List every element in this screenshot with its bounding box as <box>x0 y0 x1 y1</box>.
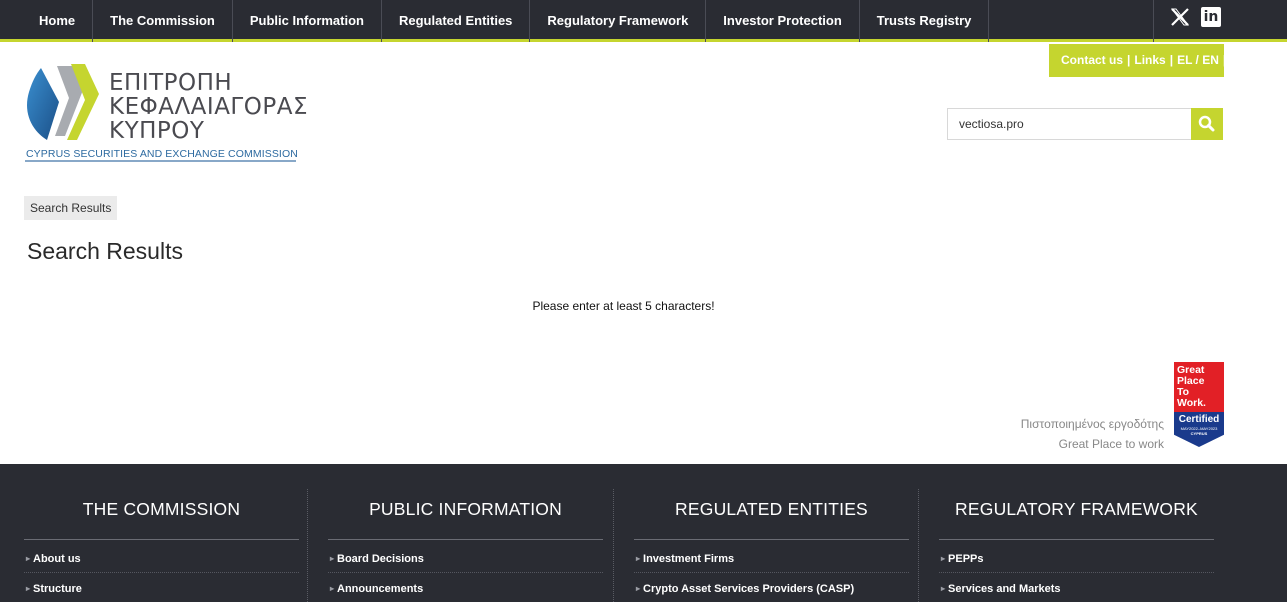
links-link[interactable]: Links <box>1134 53 1165 67</box>
footer-column-regulatory-framework: REGULATORY FRAMEWORK ▸ PEPPs ▸ Services an… <box>939 464 1214 602</box>
divider <box>634 572 909 573</box>
footer-link-casp[interactable]: ▸ Crypto Asset Services Providers (CASP) <box>636 583 854 595</box>
nav-item-regulatory-framework[interactable]: Regulatory Framework <box>530 0 707 42</box>
nav-item-public-information[interactable]: Public Information <box>233 0 382 42</box>
great-place-to-work-text: Great Place to work <box>1058 437 1164 451</box>
badge-certified: Certified MAY2022–MAY2023 CYPRUS <box>1174 412 1224 447</box>
column-divider <box>613 489 614 602</box>
search-box <box>947 108 1223 140</box>
nav-item-trusts-registry[interactable]: Trusts Registry <box>860 0 990 42</box>
search-icon <box>1198 115 1215 132</box>
language-switch[interactable]: EL / EN <box>1177 53 1219 67</box>
logo-english-name: CYPRUS SECURITIES AND EXCHANGE COMMISSIO… <box>26 148 298 160</box>
divider <box>328 539 603 540</box>
footer-link-announcements[interactable]: ▸ Announcements <box>330 583 423 595</box>
badge-title: Great Place To Work. <box>1174 362 1224 412</box>
logo-underline <box>25 160 296 162</box>
contact-us-link[interactable]: Contact us <box>1061 53 1123 67</box>
footer-column-title: PUBLIC INFORMATION <box>369 499 562 519</box>
divider <box>634 539 909 540</box>
badge-certified-label: Certified <box>1178 414 1220 425</box>
nav-item-regulated-entities[interactable]: Regulated Entities <box>382 0 531 42</box>
footer-column-title: REGULATED ENTITIES <box>675 499 868 519</box>
logo-greek-line-2: ΚΕΦΑΛΑΙΑΓΟΡΑΣ <box>109 94 308 120</box>
footer-link-label: PEPPs <box>948 553 984 565</box>
separator: | <box>1127 53 1131 67</box>
divider <box>24 572 299 573</box>
footer-link-services-and-markets[interactable]: ▸ Services and Markets <box>941 583 1061 595</box>
chevron-right-icon: ▸ <box>941 554 946 563</box>
footer-link-label: Services and Markets <box>948 583 1061 595</box>
footer-link-label: Crypto Asset Services Providers (CASP) <box>643 583 855 595</box>
separator: | <box>1169 53 1174 67</box>
logo-mark-icon <box>27 64 99 140</box>
footer-column-title: REGULATORY FRAMEWORK <box>955 499 1198 519</box>
cysec-logo[interactable]: ΕΠΙΤΡΟΠΗ ΚΕΦΑΛΑΙΑΓΟΡΑΣ ΚΥΠΡΟΥ CYPRUS SEC… <box>25 62 308 164</box>
page-title: Search Results <box>27 238 183 264</box>
footer-link-investment-firms[interactable]: ▸ Investment Firms <box>636 553 734 565</box>
footer-link-structure[interactable]: ▸ Structure <box>26 583 82 595</box>
footer-column-commission: THE COMMISSION ▸ About us ▸ Structure <box>24 464 299 602</box>
divider <box>24 539 299 540</box>
divider <box>939 539 1214 540</box>
chevron-right-icon: ▸ <box>941 584 946 593</box>
nav-item-investor-protection[interactable]: Investor Protection <box>706 0 860 42</box>
logo-greek-line-1: ΕΠΙΤΡΟΠΗ <box>109 70 233 96</box>
footer-column-title: THE COMMISSION <box>82 499 241 519</box>
chevron-right-icon: ▸ <box>636 584 641 593</box>
column-divider <box>307 489 308 602</box>
divider <box>939 572 1214 573</box>
footer-link-about-us[interactable]: ▸ About us <box>26 553 81 565</box>
chevron-right-icon: ▸ <box>26 584 31 593</box>
search-input[interactable] <box>948 109 1191 139</box>
footer-link-label: Structure <box>33 583 82 595</box>
divider <box>328 572 603 573</box>
search-button[interactable] <box>1191 108 1223 140</box>
footer-link-label: Announcements <box>337 583 424 595</box>
footer: THE COMMISSION ▸ About us ▸ Structure PUBL… <box>0 464 1287 602</box>
top-navigation: Home The Commission Public Information R… <box>0 0 1287 42</box>
social-links: in <box>1153 0 1287 42</box>
logo-greek-line-3: ΚΥΠΡΟΥ <box>109 118 205 144</box>
chevron-right-icon: ▸ <box>330 554 335 563</box>
footer-link-pepps[interactable]: ▸ PEPPs <box>941 553 983 565</box>
main-menu: Home The Commission Public Information R… <box>22 0 990 42</box>
chevron-right-icon: ▸ <box>636 554 641 563</box>
linkedin-icon[interactable]: in <box>1201 7 1221 27</box>
separator: | <box>1222 53 1227 67</box>
x-icon[interactable] <box>1170 7 1190 27</box>
footer-link-label: About us <box>33 553 81 565</box>
nav-item-home[interactable]: Home <box>22 0 94 42</box>
chevron-right-icon: ▸ <box>26 554 31 563</box>
great-place-to-work-badge[interactable]: Great Place To Work. Certified MAY2022–M… <box>1174 362 1224 447</box>
column-divider <box>918 489 919 602</box>
breadcrumb: Search Results <box>24 196 118 220</box>
footer-link-board-decisions[interactable]: ▸ Board Decisions <box>330 553 424 565</box>
contact-bar: Contact us | Links | EL / EN | <box>1049 44 1227 77</box>
footer-link-label: Investment Firms <box>643 553 735 565</box>
certified-employer-text: Πιστοποιημένος εργοδότης <box>1020 417 1164 431</box>
search-message: Please enter at least 5 characters! <box>532 299 715 313</box>
chevron-right-icon: ▸ <box>330 584 335 593</box>
footer-column-public-information: PUBLIC INFORMATION ▸ Board Decisions ▸ Ann… <box>328 464 603 602</box>
footer-column-regulated-entities: REGULATED ENTITIES ▸ Investment Firms ▸ Cr… <box>634 464 909 602</box>
badge-country: CYPRUS <box>1190 431 1208 436</box>
badge-line: Work. <box>1177 397 1206 409</box>
nav-item-the-commission[interactable]: The Commission <box>93 0 233 42</box>
footer-link-label: Board Decisions <box>337 553 424 565</box>
